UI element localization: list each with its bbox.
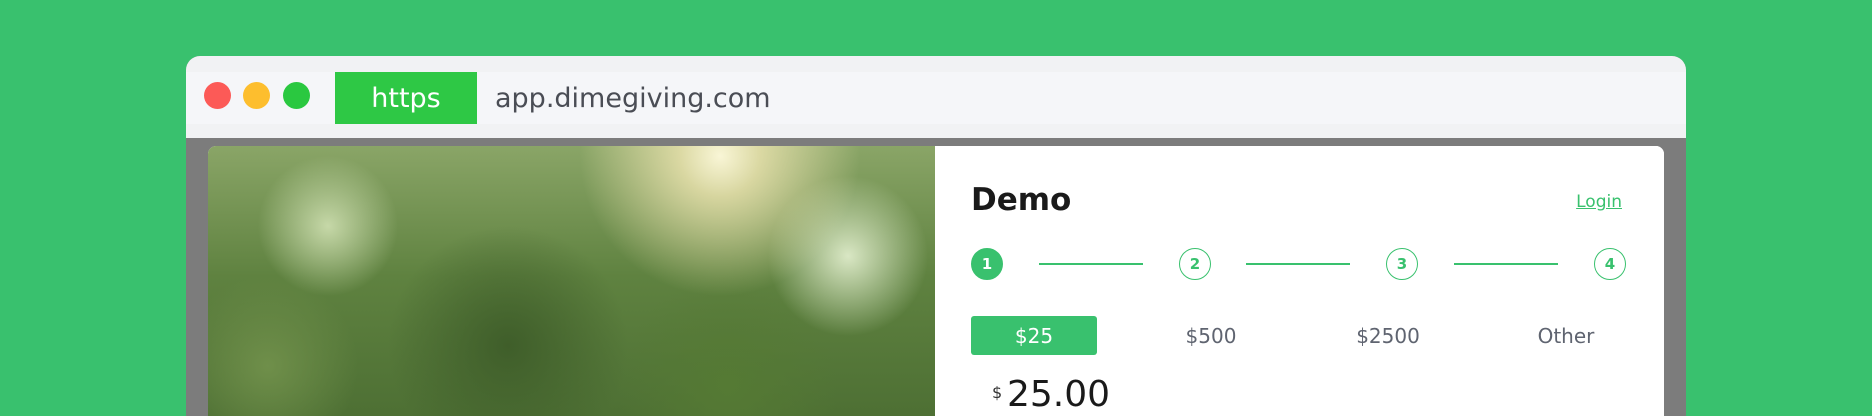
login-link[interactable]: Login bbox=[1576, 192, 1622, 212]
maximize-window-button[interactable] bbox=[283, 82, 310, 109]
browser-window: https app.dimegiving.com Demo Login 1 2 … bbox=[186, 56, 1686, 416]
amount-option-other[interactable]: Other bbox=[1503, 316, 1629, 355]
amount-option-2500[interactable]: $2500 bbox=[1325, 316, 1451, 355]
page-title: Demo bbox=[971, 182, 1072, 218]
browser-titlebar: https app.dimegiving.com bbox=[186, 56, 1686, 138]
hero-photo bbox=[208, 146, 935, 416]
url-text[interactable]: app.dimegiving.com bbox=[495, 72, 771, 124]
amount-option-500[interactable]: $500 bbox=[1148, 316, 1274, 355]
step-4[interactable]: 4 bbox=[1594, 248, 1626, 280]
step-connector bbox=[1039, 263, 1143, 265]
step-connector bbox=[1246, 263, 1350, 265]
amount-option-25[interactable]: $25 bbox=[971, 316, 1097, 355]
step-1[interactable]: 1 bbox=[971, 248, 1003, 280]
donation-panel: Demo Login 1 2 3 4 $25 $500 $2500 Other … bbox=[935, 146, 1664, 416]
step-connector bbox=[1454, 263, 1558, 265]
currency-symbol: $ bbox=[992, 383, 1003, 402]
close-window-button[interactable] bbox=[204, 82, 231, 109]
https-badge: https bbox=[335, 72, 477, 124]
amount-input[interactable]: 25.00 bbox=[1007, 374, 1110, 415]
minimize-window-button[interactable] bbox=[243, 82, 270, 109]
page-content: Demo Login 1 2 3 4 $25 $500 $2500 Other … bbox=[208, 146, 1664, 416]
step-3[interactable]: 3 bbox=[1386, 248, 1418, 280]
step-2[interactable]: 2 bbox=[1179, 248, 1211, 280]
